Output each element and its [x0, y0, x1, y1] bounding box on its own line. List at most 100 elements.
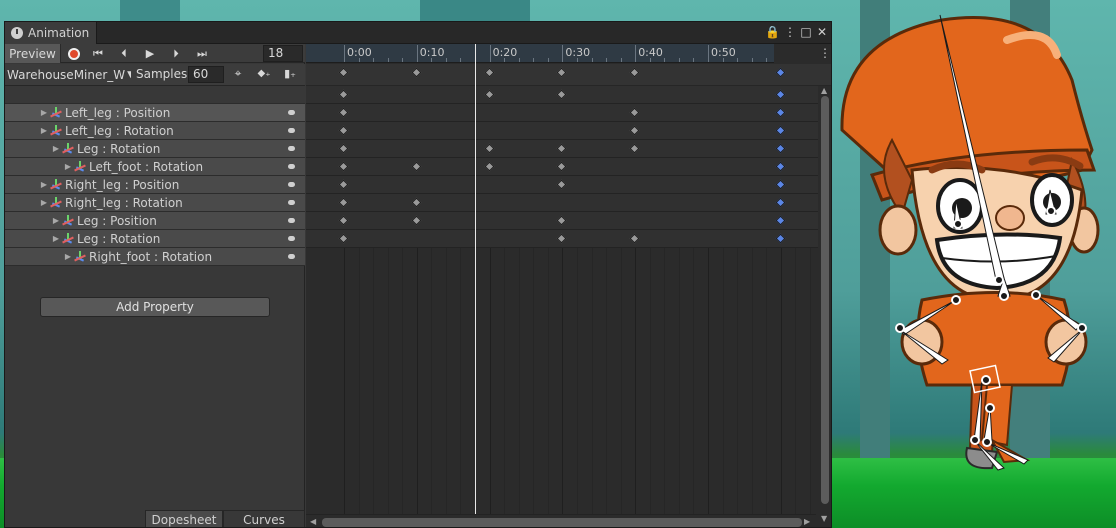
joint	[982, 437, 992, 447]
scroll-down-icon[interactable]: ▼	[821, 514, 827, 523]
add-property-button[interactable]: Add Property	[40, 297, 270, 317]
ruler-tick	[635, 45, 637, 62]
next-keyframe-button[interactable]: ⏵	[165, 44, 187, 63]
property-label: Right_leg : Rotation	[65, 195, 183, 210]
ruler-tick	[416, 45, 418, 62]
property-options-icon[interactable]	[288, 110, 295, 115]
add-event-button[interactable]: ▮₊	[281, 64, 299, 83]
expand-triangle-icon[interactable]: ▶	[63, 162, 73, 171]
property-options-icon[interactable]	[288, 164, 295, 169]
ruler-tick	[678, 58, 680, 62]
horizontal-scrollbar[interactable]: ◀ ▶	[306, 514, 816, 527]
expand-triangle-icon[interactable]: ▶	[39, 126, 49, 135]
summary-track	[306, 64, 831, 86]
property-row[interactable]: ▶ Right_leg : Position	[5, 176, 305, 194]
property-options-icon[interactable]	[288, 254, 295, 259]
animation-tab[interactable]: Animation	[5, 22, 97, 44]
nose	[995, 205, 1025, 231]
keyframe-track[interactable]	[306, 140, 831, 158]
joint	[985, 403, 995, 413]
ruler-tick	[591, 58, 593, 62]
scroll-right-icon[interactable]: ▶	[804, 517, 810, 526]
property-options-icon[interactable]	[288, 182, 295, 187]
property-options-icon[interactable]	[288, 236, 295, 241]
tab-curves[interactable]: Curves	[223, 510, 305, 527]
joint	[1077, 323, 1087, 333]
vertical-scrollbar[interactable]: ▲ ▼	[818, 86, 831, 526]
expand-triangle-icon[interactable]: ▶	[63, 252, 73, 261]
scroll-up-icon[interactable]: ▲	[821, 86, 827, 95]
ruler-tick	[431, 58, 433, 62]
clip-dropdown[interactable]: WarehouseMiner_W ▼	[5, 65, 131, 85]
property-row[interactable]: ▶ Left_leg : Position	[5, 104, 305, 122]
keyframe-track[interactable]	[306, 122, 831, 140]
horizontal-scroll-thumb[interactable]	[322, 518, 802, 527]
ruler-tick	[751, 58, 753, 62]
joint	[1031, 290, 1041, 300]
keyframe-track[interactable]	[306, 104, 831, 122]
property-row[interactable]: ▶ Left_leg : Rotation	[5, 122, 305, 140]
ruler-tick	[373, 58, 375, 62]
expand-triangle-icon[interactable]: ▶	[51, 144, 61, 153]
samples-input[interactable]: 60	[188, 66, 224, 83]
ear-left	[878, 204, 918, 256]
tab-dopesheet[interactable]: Dopesheet	[145, 510, 223, 527]
expand-triangle-icon[interactable]: ▶	[39, 108, 49, 117]
timeline-menu-icon[interactable]: ⋮	[819, 44, 831, 63]
joint	[1046, 206, 1056, 216]
ruler-tick	[562, 45, 564, 62]
expand-triangle-icon[interactable]: ▶	[39, 180, 49, 189]
property-row[interactable]: ▶ Right_foot : Rotation	[5, 248, 305, 266]
property-options-icon[interactable]	[288, 146, 295, 151]
time-ruler[interactable]: 0:000:100:200:300:400:501:00	[306, 44, 831, 63]
keyframe-track[interactable]	[306, 86, 831, 104]
bone-transform-icon	[49, 106, 63, 120]
expand-triangle-icon[interactable]: ▶	[51, 234, 61, 243]
title-bar: Animation 🔒 ⋮ □ ✕	[5, 22, 831, 44]
add-keyframe-button[interactable]: ◆₊	[255, 64, 273, 83]
keyframe-track[interactable]	[306, 212, 831, 230]
current-frame-input[interactable]: 18	[263, 45, 303, 62]
filter-by-selection-button[interactable]: ⌖	[229, 64, 247, 83]
property-row[interactable]: ▶ Right_leg : Rotation	[5, 194, 305, 212]
keyframe-track[interactable]	[306, 230, 831, 248]
previous-keyframe-button[interactable]: ⏴	[113, 44, 135, 63]
property-row[interactable]: ▶ Left_foot : Rotation	[5, 158, 305, 176]
property-row[interactable]: ▶ Leg : Position	[5, 212, 305, 230]
record-button[interactable]	[63, 44, 85, 63]
bone-transform-icon	[61, 142, 75, 156]
ruler-tick	[737, 58, 739, 62]
ruler-tick	[664, 58, 666, 62]
lock-icon[interactable]: 🔒	[765, 25, 780, 39]
expand-triangle-icon[interactable]: ▶	[39, 198, 49, 207]
property-row[interactable]: ▶ Leg : Rotation	[5, 140, 305, 158]
expand-triangle-icon[interactable]: ▶	[51, 216, 61, 225]
vertical-scroll-thumb[interactable]	[821, 96, 829, 504]
ruler-tick	[489, 45, 491, 62]
close-icon[interactable]: ✕	[815, 25, 829, 39]
first-keyframe-button[interactable]: ⏮	[87, 44, 109, 63]
property-options-icon[interactable]	[288, 218, 295, 223]
keyframe-track[interactable]	[306, 158, 831, 176]
menu-icon[interactable]: ⋮	[783, 25, 797, 39]
character-preview	[840, 14, 1100, 471]
clip-toolbar: WarehouseMiner_W ▼ Samples 60 ⌖ ◆₊ ▮₊	[5, 64, 305, 86]
property-options-icon[interactable]	[288, 128, 295, 133]
last-keyframe-button[interactable]: ⏭	[191, 44, 213, 63]
keyframe-track[interactable]	[306, 176, 831, 194]
property-row[interactable]: ▶ Leg : Rotation	[5, 230, 305, 248]
dopesheet-timeline[interactable]: 0:000:100:200:300:400:501:00 ⋮ ▲ ▼ ◀ ▶	[306, 44, 831, 527]
view-mode-tabs: Dopesheet Curves	[5, 507, 305, 527]
ruler-tick	[533, 58, 535, 62]
add-event-icon: ▮₊	[284, 67, 296, 80]
scroll-left-icon[interactable]: ◀	[310, 517, 316, 526]
ruler-tick	[358, 58, 360, 62]
maximize-icon[interactable]: □	[799, 25, 813, 39]
preview-button[interactable]: Preview	[5, 44, 61, 63]
playhead[interactable]	[475, 44, 477, 527]
property-options-icon[interactable]	[288, 200, 295, 205]
ruler-tick	[402, 58, 404, 62]
keyframe-track[interactable]	[306, 194, 831, 212]
play-button[interactable]: ▶	[139, 44, 161, 63]
property-label: Left_leg : Position	[65, 105, 171, 120]
